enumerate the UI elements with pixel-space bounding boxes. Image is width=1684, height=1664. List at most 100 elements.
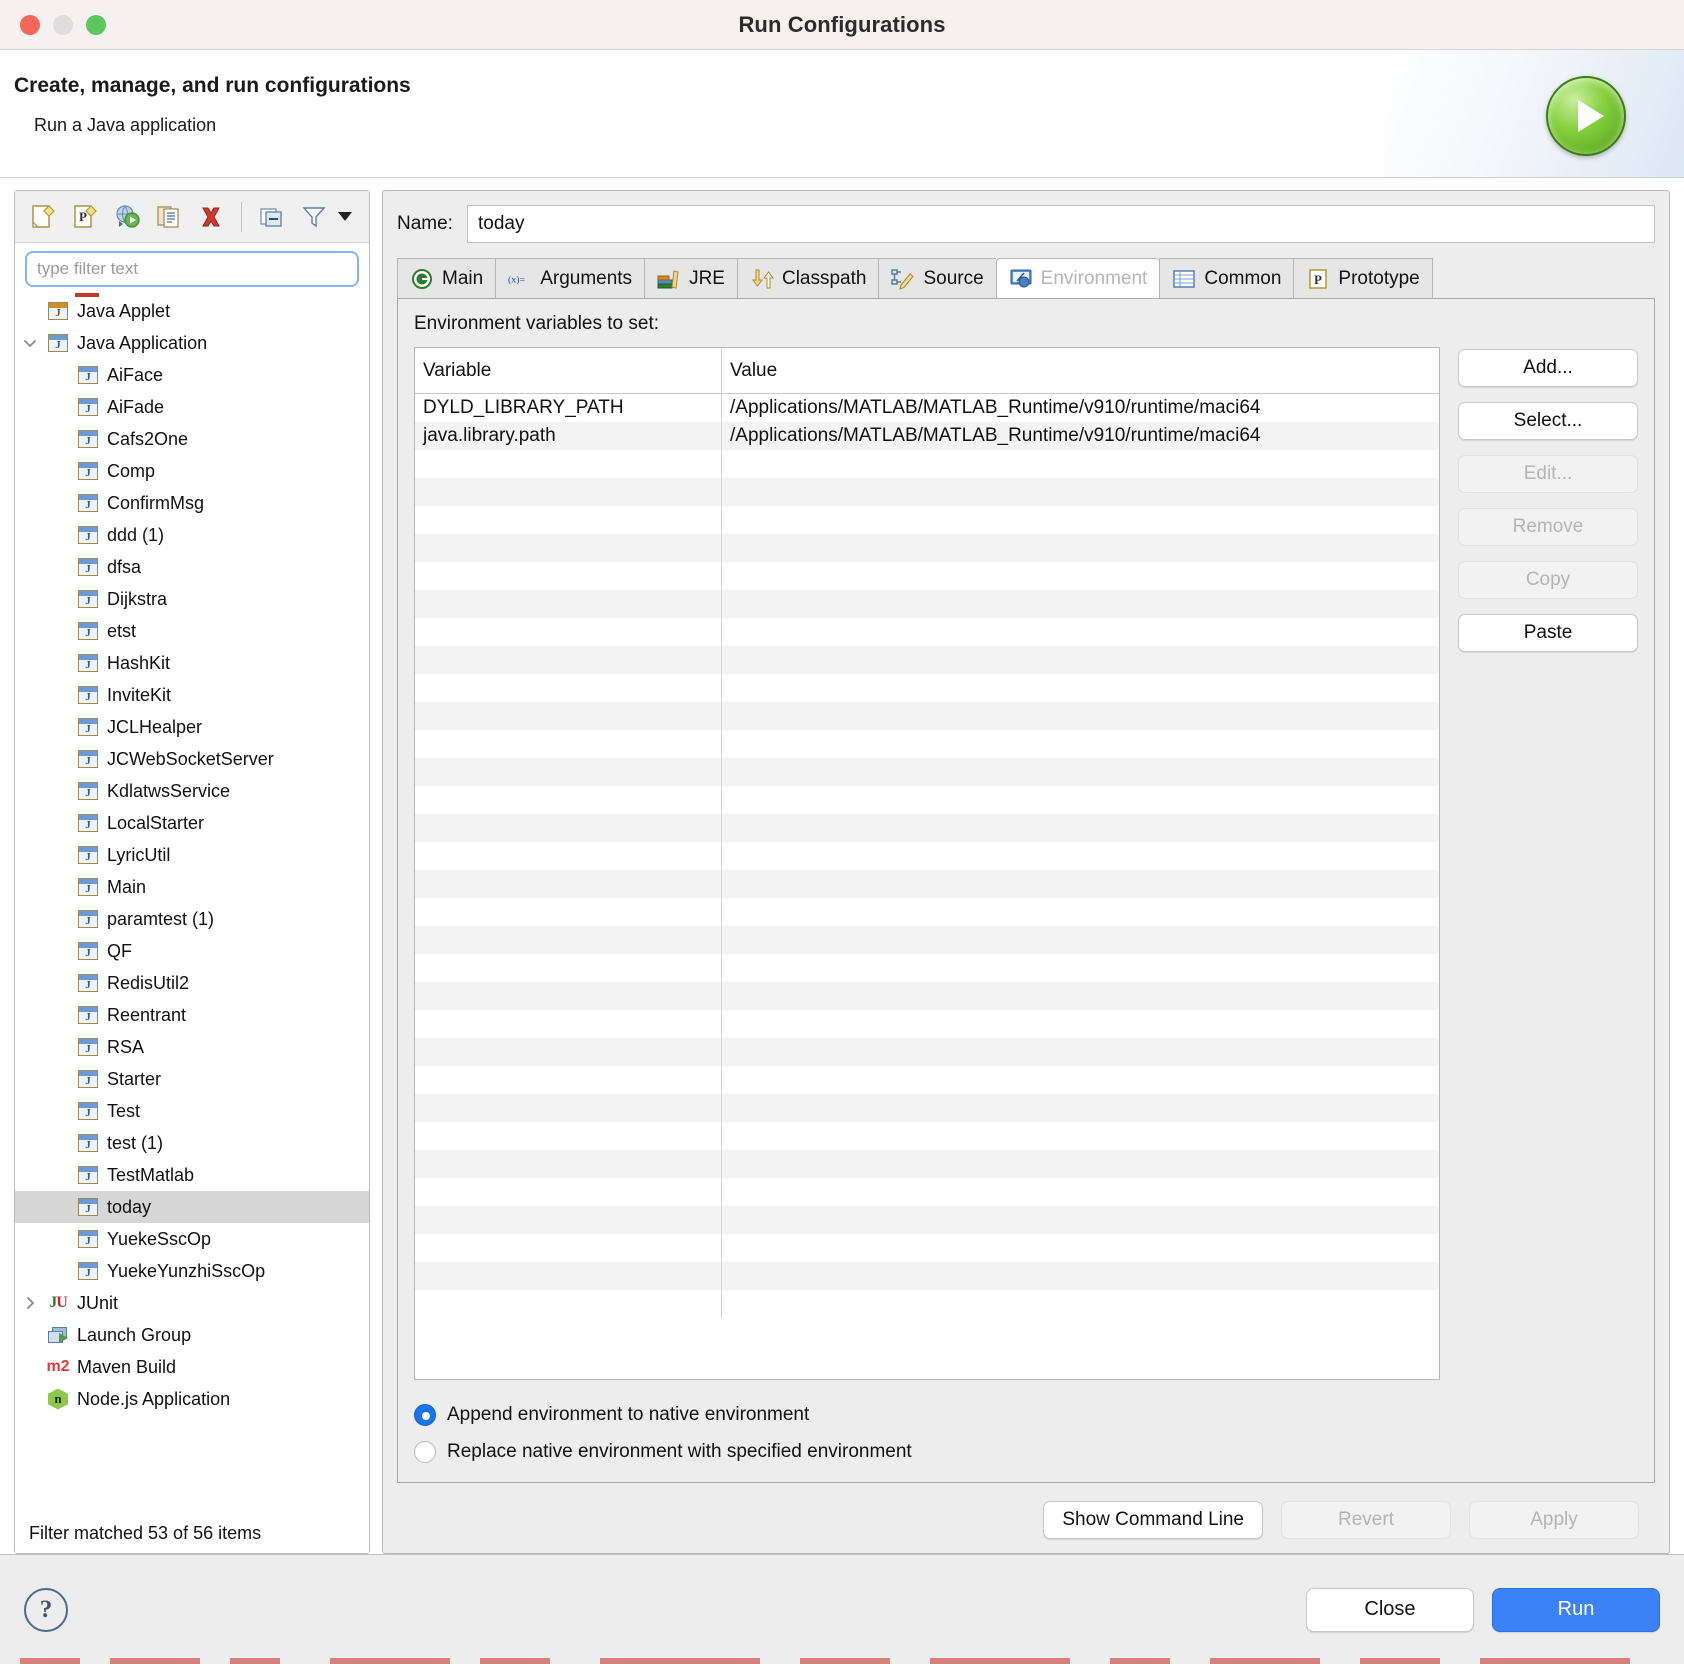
search-input[interactable] (25, 251, 359, 287)
collapse-all-icon[interactable] (254, 199, 290, 235)
tree-item[interactable]: Jparamtest (1) (15, 903, 369, 935)
configurations-tree[interactable]: J Java Applet J Java Application J AiFace J AiF… (15, 293, 369, 1513)
tree-item[interactable]: JU JUnit (15, 1287, 369, 1319)
tree-item[interactable]: J RedisUtil2 (15, 967, 369, 999)
run-button[interactable]: Run (1492, 1587, 1660, 1632)
tree-item[interactable]: Jetst (15, 615, 369, 647)
tree-item-selected[interactable]: Jtoday (15, 1191, 369, 1223)
tree-item[interactable]: J JCLHealper (15, 711, 369, 743)
table-row[interactable]: java.library.path/Applications/MATLAB/MA… (415, 422, 1439, 450)
svg-text:P: P (1314, 272, 1322, 287)
tree-item[interactable]: J ConfirmMsg (15, 487, 369, 519)
tree-item-label: etst (107, 620, 137, 641)
tab-prototype[interactable]: P Prototype (1293, 258, 1433, 298)
tree-item[interactable]: J Test (15, 1095, 369, 1127)
radio-option-append[interactable]: Append environment to native environment (414, 1396, 1638, 1433)
source-pencil-icon (891, 268, 915, 290)
configuration-name-input[interactable] (466, 205, 1655, 243)
tree-item-label: YuekeYunzhiSscOp (107, 1260, 266, 1281)
tree-item[interactable]: Jtest (1) (15, 1127, 369, 1159)
radio-button[interactable] (414, 1440, 436, 1463)
tree-item[interactable]: Jddd (1) (15, 519, 369, 551)
add-button[interactable]: Add... (1458, 349, 1638, 387)
tab-environment[interactable]: Environment (995, 258, 1160, 298)
tree-item-label: Comp (107, 460, 156, 481)
environment-variables-table[interactable]: Variable Value DYLD_LIBRARY_PATH/Applica… (414, 347, 1440, 1380)
table-empty-row (415, 1262, 1439, 1290)
tab-jre[interactable]: JRE (644, 258, 737, 298)
tree-item[interactable]: J KdlatwsService (15, 775, 369, 807)
tab-source[interactable]: Source (878, 258, 996, 298)
tree-item[interactable]: J Java Applet (15, 295, 369, 327)
tree-item[interactable]: J TestMatlab (15, 1159, 369, 1191)
tree-item[interactable]: J QF (15, 935, 369, 967)
tree-item[interactable]: J AiFade (15, 391, 369, 423)
tab-label: Environment (1040, 267, 1148, 289)
tree-item[interactable]: J Main (15, 871, 369, 903)
tab-classpath[interactable]: Classpath (736, 258, 879, 298)
tab-main[interactable]: Main (397, 258, 496, 298)
close-button[interactable]: Close (1306, 1587, 1474, 1632)
tree-item[interactable]: J LocalStarter (15, 807, 369, 839)
new-configuration-icon[interactable] (25, 199, 61, 235)
tree-item[interactable]: J Cafs2One (15, 423, 369, 455)
table-empty-row (415, 982, 1439, 1010)
radio-option-replace[interactable]: Replace native environment with specifie… (414, 1433, 1638, 1470)
tree-item-label: ConfirmMsg (107, 492, 205, 513)
environment-mode-radio-group[interactable]: Append environment to native environment… (414, 1380, 1638, 1470)
table-body: DYLD_LIBRARY_PATH/Applications/MATLAB/MA… (415, 394, 1439, 1379)
tree-item-label: dfsa (107, 556, 142, 577)
table-empty-row (415, 1122, 1439, 1150)
chevron-down-icon[interactable] (338, 212, 352, 221)
duplicate-configuration-icon[interactable] (151, 199, 187, 235)
column-header-variable[interactable]: Variable (415, 348, 722, 393)
tree-item[interactable]: n Node.js Application (15, 1383, 369, 1415)
help-icon[interactable]: ? (24, 1587, 68, 1632)
tree-item[interactable]: m2 Maven Build (15, 1351, 369, 1383)
tree-item[interactable]: Jdfsa (15, 551, 369, 583)
select-button[interactable]: Select... (1458, 402, 1638, 440)
tree-item[interactable]: J InviteKit (15, 679, 369, 711)
show-command-line-button[interactable]: Show Command Line (1043, 1501, 1263, 1539)
tree-item[interactable]: J Java Application (15, 327, 369, 359)
tree-item[interactable]: J HashKit (15, 647, 369, 679)
tree-item[interactable]: J YuekeSscOp (15, 1223, 369, 1255)
tree-item[interactable]: J Starter (15, 1063, 369, 1095)
chevron-right-icon[interactable] (15, 1295, 45, 1311)
table-empty-row (415, 730, 1439, 758)
tree-item[interactable]: Launch Group (15, 1319, 369, 1351)
tree-item[interactable]: J Comp (15, 455, 369, 487)
tab-common[interactable]: Common (1159, 258, 1294, 298)
configuration-editor: Name: Main (x)= Arguments JRE Classpath Sourc… (382, 190, 1670, 1554)
tree-item[interactable]: J JCWebSocketServer (15, 743, 369, 775)
java-config-icon: J (75, 622, 101, 640)
tree-item-label: Java Application (77, 332, 208, 353)
column-header-value[interactable]: Value (722, 348, 1439, 393)
tree-item[interactable]: J Reentrant (15, 999, 369, 1031)
apply-button: Apply (1469, 1501, 1639, 1539)
name-row: Name: (397, 205, 1655, 243)
tab-arguments[interactable]: (x)= Arguments (495, 258, 645, 298)
radio-button[interactable] (414, 1403, 436, 1426)
tree-item[interactable]: J LyricUtil (15, 839, 369, 871)
tree-item[interactable]: J RSA (15, 1031, 369, 1063)
configuration-tabs[interactable]: Main (x)= Arguments JRE Classpath Source Envir… (397, 257, 1655, 299)
table-row[interactable]: DYLD_LIBRARY_PATH/Applications/MATLAB/MA… (415, 394, 1439, 422)
new-prototype-icon[interactable]: P (67, 199, 103, 235)
tree-item-label: QF (107, 940, 132, 961)
filter-icon[interactable] (296, 199, 332, 235)
chevron-down-icon[interactable] (15, 335, 45, 351)
table-empty-row (415, 1290, 1439, 1318)
tree-item-label: paramtest (1) (107, 908, 215, 929)
tree-item[interactable]: J AiFace (15, 359, 369, 391)
tree-item-label: Main (107, 876, 147, 897)
paste-button[interactable]: Paste (1458, 614, 1638, 652)
tree-item-label: RedisUtil2 (107, 972, 190, 993)
radio-label: Replace native environment with specifie… (447, 1440, 912, 1462)
delete-configuration-icon[interactable] (193, 199, 229, 235)
export-configuration-icon[interactable] (109, 199, 145, 235)
table-empty-row (415, 1206, 1439, 1234)
tree-item[interactable]: J YuekeYunzhiSscOp (15, 1255, 369, 1287)
tree-item[interactable]: J Dijkstra (15, 583, 369, 615)
java-config-icon: J (75, 1166, 101, 1184)
